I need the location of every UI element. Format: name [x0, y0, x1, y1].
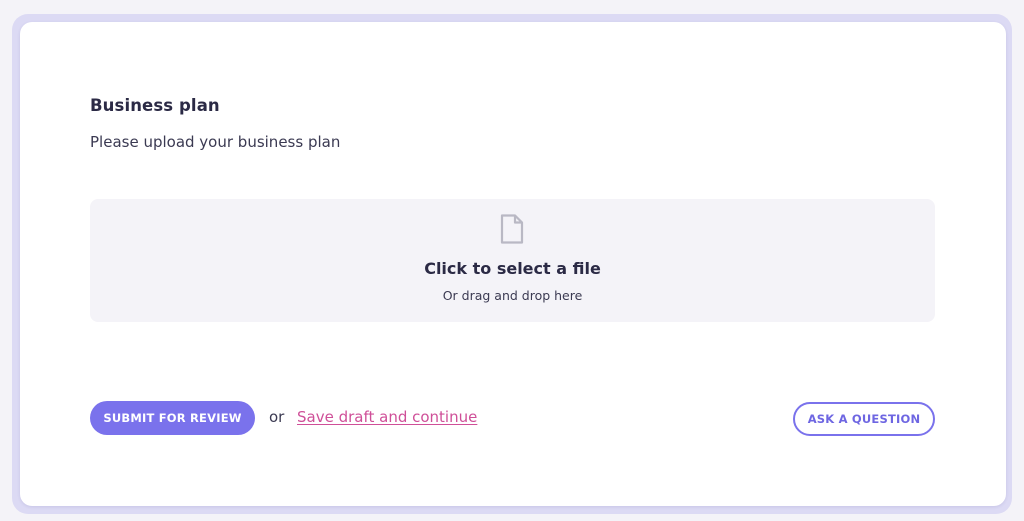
section-title: Business plan — [90, 96, 220, 115]
ask-question-button[interactable]: ASK A QUESTION — [793, 402, 935, 436]
submit-for-review-button[interactable]: SUBMIT FOR REVIEW — [90, 401, 255, 435]
section-description: Please upload your business plan — [90, 133, 341, 151]
save-draft-link[interactable]: Save draft and continue — [297, 408, 477, 426]
file-dropzone[interactable]: Click to select a file Or drag and drop … — [90, 199, 935, 322]
dropzone-title: Click to select a file — [424, 259, 601, 278]
dropzone-subtitle: Or drag and drop here — [442, 288, 583, 303]
or-separator: or — [269, 408, 285, 426]
file-icon — [500, 214, 524, 244]
upload-card: Business plan Please upload your busines… — [20, 22, 1006, 506]
